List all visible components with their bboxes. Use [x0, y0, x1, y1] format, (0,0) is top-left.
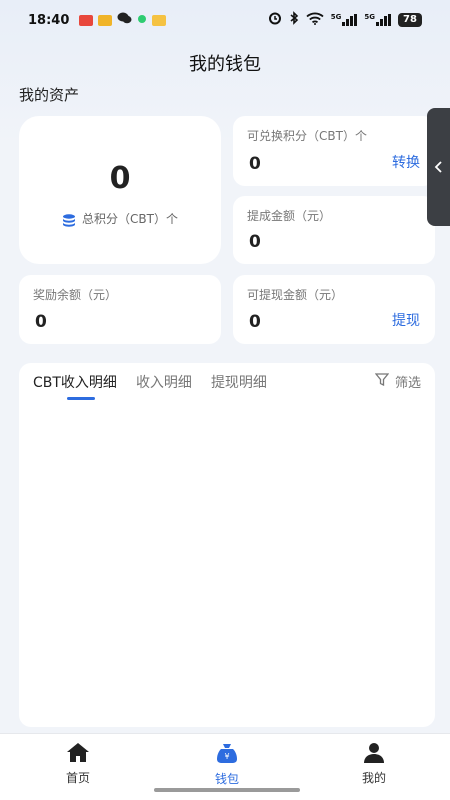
dot-icon: [137, 13, 147, 28]
coin-stack-icon: [62, 212, 76, 227]
svg-text:¥: ¥: [224, 752, 229, 761]
filter-button[interactable]: 筛选: [374, 372, 421, 391]
battery-icon: 78: [398, 13, 422, 27]
home-icon: [66, 742, 90, 766]
withdraw-button[interactable]: 提现: [392, 310, 420, 330]
status-time: 18:40: [28, 12, 70, 28]
tab-label: CBT收入明细: [33, 375, 117, 391]
tab-income[interactable]: 收入明细: [136, 372, 192, 400]
nav-item-wallet[interactable]: ¥ 钱包: [192, 742, 262, 787]
tab-label: 提现明细: [210, 375, 267, 391]
reward-balance-label: 奖励余额（元）: [33, 288, 118, 302]
alarm-icon: [268, 11, 282, 29]
total-points-label-row: 总积分（CBT）个: [62, 210, 178, 227]
tab-withdrawal[interactable]: 提现明细: [211, 372, 267, 400]
mail-icon: [152, 14, 167, 26]
status-right: 5G 5G 78: [268, 11, 422, 29]
nav-label-profile: 我的: [361, 771, 386, 785]
chat-icon: [98, 14, 113, 26]
total-points-card: 0 总积分（CBT）个: [19, 116, 221, 264]
commission-label: 提成金额（元）: [247, 209, 332, 223]
wallet-icon: ¥: [215, 742, 239, 767]
nav-item-home[interactable]: 首页: [43, 742, 113, 786]
withdrawable-value: 0: [249, 312, 261, 332]
nav-item-profile[interactable]: 我的: [339, 742, 409, 786]
commission-card: 提成金额（元） 0: [233, 196, 435, 264]
status-bar: 18:40 5G 5G 78: [0, 0, 450, 40]
notification-app-icon: [79, 14, 94, 26]
wallet-screen: 18:40 5G 5G 78 我的钱包 我的资产 0 总积分（CBT）个 可兑换…: [0, 0, 450, 800]
wifi-icon: [306, 12, 324, 29]
commission-value: 0: [249, 232, 261, 252]
exchangeable-points-value: 0: [249, 154, 261, 174]
page-title: 我的钱包: [189, 54, 261, 75]
filter-label: 筛选: [394, 376, 421, 391]
withdrawable-label: 可提现金额（元）: [247, 288, 344, 302]
signal-icon-1: 5G: [331, 14, 358, 26]
signal-icon-2: 5G: [364, 14, 391, 26]
exchangeable-points-label: 可兑换积分（CBT）个: [247, 129, 367, 143]
notification-icons: [79, 12, 167, 28]
bluetooth-icon: [289, 11, 299, 29]
filter-icon: [374, 373, 390, 390]
side-panel-handle[interactable]: [427, 108, 450, 226]
reward-balance-value: 0: [35, 312, 47, 332]
nav-label-wallet: 钱包: [214, 772, 239, 786]
withdrawable-card: 可提现金额（元） 0 提现: [233, 275, 435, 344]
nav-label-home: 首页: [65, 771, 90, 785]
network-type-label: 5G: [364, 13, 375, 21]
home-indicator[interactable]: [154, 788, 300, 792]
total-points-value: 0: [109, 161, 131, 196]
tab-label: 收入明细: [135, 375, 192, 391]
total-points-label: 总积分（CBT）个: [82, 212, 178, 226]
convert-button[interactable]: 转换: [392, 152, 420, 172]
chevron-left-icon: [434, 158, 443, 177]
reward-balance-card: 奖励余额（元） 0: [19, 275, 221, 344]
tab-cbt-income[interactable]: CBT收入明细: [33, 372, 117, 400]
section-title: 我的资产: [19, 86, 80, 104]
details-panel: CBT收入明细 收入明细 提现明细 筛选: [19, 363, 435, 727]
wechat-icon: [117, 12, 132, 28]
exchangeable-points-card: 可兑换积分（CBT）个 0 转换: [233, 116, 435, 186]
active-tab-indicator: [67, 397, 95, 400]
network-type-label: 5G: [330, 13, 342, 21]
details-tabs: CBT收入明细 收入明细 提现明细: [33, 372, 267, 400]
profile-icon: [363, 742, 385, 766]
